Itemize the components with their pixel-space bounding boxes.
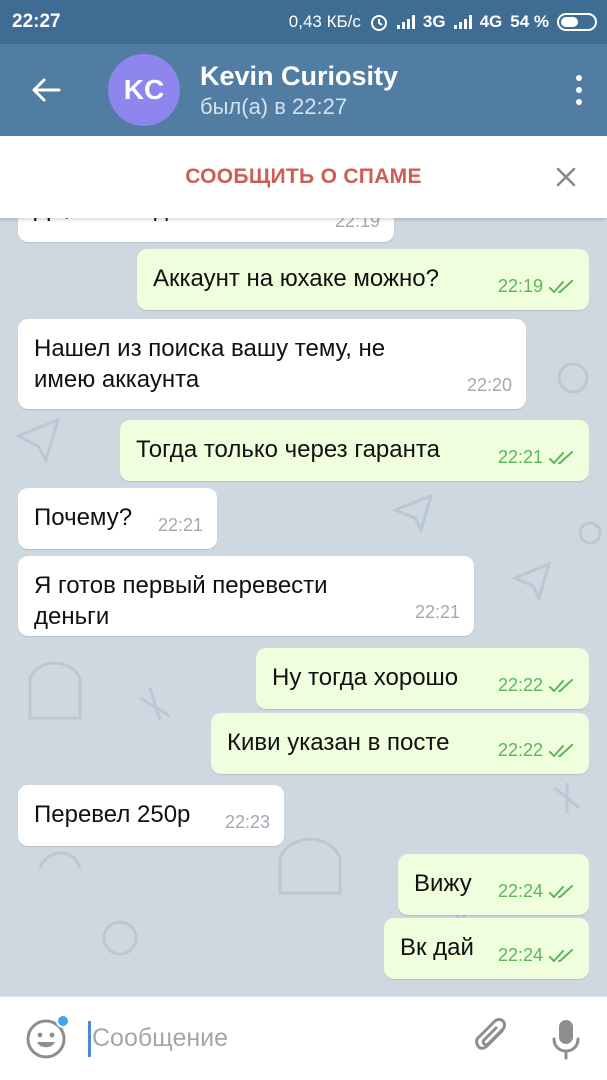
outgoing-message[interactable]: Вк дай 22:24: [384, 918, 589, 979]
text-cursor: [88, 1020, 91, 1057]
message-time: 22:21: [497, 447, 543, 467]
message-time: 22:21: [157, 515, 203, 535]
message-time: 22:22: [497, 740, 543, 760]
message-text: Тогда только через гаранта: [136, 436, 440, 463]
last-seen-status: был(а) в 22:27: [200, 94, 348, 119]
message-text: Почему?: [34, 504, 133, 531]
emoji-button[interactable]: [24, 1013, 70, 1061]
read-check-icon: [549, 279, 573, 293]
message-text: Я готов первый перевести деньги: [34, 572, 328, 630]
message-time: 22:19: [334, 218, 380, 231]
battery-icon: [557, 13, 597, 31]
notification-dot: [56, 1013, 70, 1028]
network-type-2: 4G: [479, 12, 503, 31]
message-meta: 22:21: [415, 597, 460, 628]
avatar[interactable]: KC: [108, 54, 180, 126]
alarm-icon: [370, 15, 387, 31]
message-meta: 22:22: [498, 670, 575, 701]
status-bar: 22:27 0,43 КБ/с 3G 4G 54 %: [0, 0, 607, 44]
status-time: 22:27: [12, 11, 61, 32]
message-meta: 22:23: [225, 807, 270, 838]
status-indicators: 0,43 КБ/с 3G 4G 54 %: [289, 12, 597, 32]
battery-fill: [561, 17, 578, 27]
message-text: Нашел из поиска вашу тему, не имею аккау…: [34, 335, 386, 393]
message-time: 22:24: [497, 881, 543, 901]
message-meta: 22:24: [498, 940, 575, 971]
outgoing-message[interactable]: Ну тогда хорошо 22:22: [256, 648, 589, 709]
read-check-icon: [549, 743, 573, 757]
chat-header: KC Kevin Curiosity был(а) в 22:27: [0, 44, 607, 136]
microphone-icon[interactable]: [551, 1017, 581, 1061]
message-time: 22:21: [414, 602, 460, 622]
message-meta: 22:22: [498, 735, 575, 766]
message-meta: 22:19: [498, 271, 575, 302]
message-text: Вк дай: [400, 934, 474, 961]
signal-icon-2: [453, 15, 472, 29]
read-check-icon: [549, 884, 573, 898]
incoming-message[interactable]: Перевел 250р 22:23: [18, 785, 284, 846]
compose-bar: [0, 996, 607, 1080]
message-input[interactable]: [88, 1024, 473, 1053]
message-text: Вижу: [414, 870, 472, 897]
arrow-left-icon: [32, 78, 61, 102]
signal-icon: [396, 15, 415, 29]
message-time: 22:24: [497, 945, 543, 965]
outgoing-message[interactable]: Аккаунт на юхаке можно? 22:19: [137, 249, 589, 310]
message-meta: 22:21: [158, 510, 203, 541]
incoming-message[interactable]: Нашел из поиска вашу тему, не имею аккау…: [18, 319, 526, 409]
message-meta: 22:19: [335, 218, 380, 232]
message-time: 22:19: [497, 276, 543, 296]
message-text: Аккаунт на юхаке можно?: [153, 265, 439, 292]
message-text: Ну тогда хорошо: [272, 664, 459, 691]
incoming-message[interactable]: Я готов первый перевести деньги 22:21: [18, 556, 474, 636]
close-icon[interactable]: [551, 162, 581, 192]
chat-title[interactable]: Kevin Curiosity был(а) в 22:27: [200, 60, 398, 120]
report-spam-button[interactable]: СООБЩИТЬ О СПАМЕ: [185, 165, 422, 189]
outgoing-message[interactable]: Вижу 22:24: [398, 854, 589, 915]
message-time: 22:22: [497, 675, 543, 695]
message-time: 22:20: [466, 375, 512, 395]
back-button[interactable]: [0, 44, 92, 136]
incoming-message[interactable]: Почему? 22:21: [18, 488, 217, 549]
message-time: 22:23: [224, 812, 270, 832]
outgoing-message[interactable]: Тогда только через гаранта 22:21: [120, 420, 589, 481]
report-spam-bar: СООБЩИТЬ О СПАМЕ: [0, 136, 607, 218]
more-menu-button[interactable]: [551, 44, 607, 136]
net-speed: 0,43 КБ/с: [288, 12, 361, 31]
incoming-message[interactable]: Да, 5 млн. для начала 22:19: [18, 218, 394, 242]
message-field[interactable]: [88, 1014, 473, 1064]
network-type-1: 3G: [422, 12, 446, 31]
read-check-icon: [549, 948, 573, 962]
battery-percent: 54 %: [510, 12, 549, 31]
read-check-icon: [549, 678, 573, 692]
message-meta: 22:20: [467, 370, 512, 401]
paperclip-icon[interactable]: [473, 1017, 513, 1061]
message-list[interactable]: Да, 5 млн. для начала22:19Аккаунт на юха…: [0, 218, 607, 996]
message-meta: 22:24: [498, 876, 575, 907]
message-text: Да, 5 млн. для начала: [34, 218, 281, 222]
outgoing-message[interactable]: Киви указан в посте 22:22: [211, 713, 589, 774]
contact-name: Kevin Curiosity: [200, 61, 399, 91]
message-meta: 22:21: [498, 442, 575, 473]
message-text: Перевел 250р: [34, 801, 191, 828]
message-text: Киви указан в посте: [227, 729, 450, 756]
read-check-icon: [549, 450, 573, 464]
